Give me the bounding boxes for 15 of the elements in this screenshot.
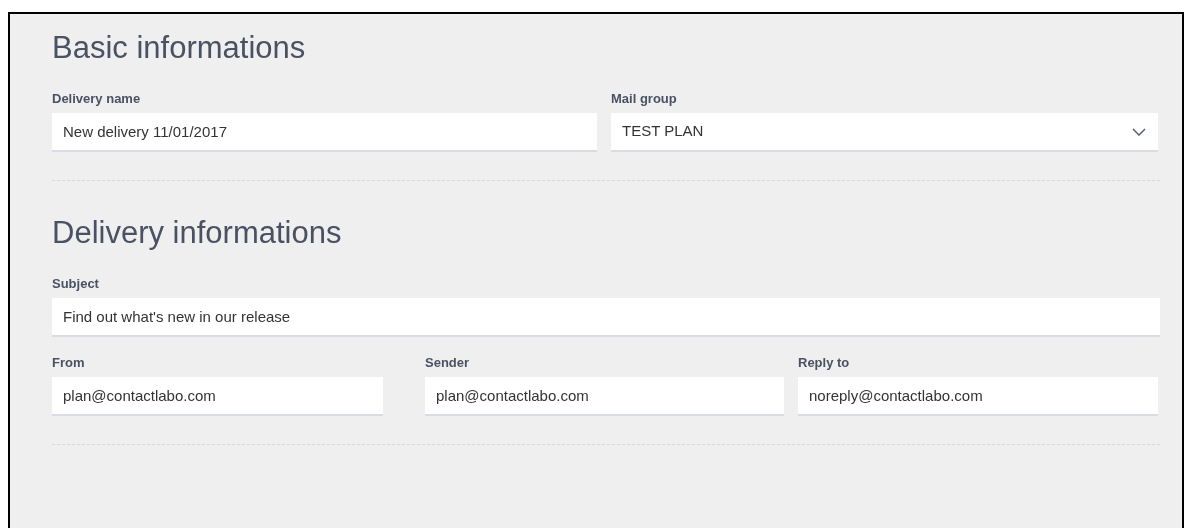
field-label: Reply to: [798, 354, 851, 372]
input-field[interactable]: plan@contactlabo.com: [52, 377, 383, 416]
input-field[interactable]: plan@contactlabo.com: [425, 377, 784, 416]
input-field[interactable]: New delivery 11/01/2017: [52, 113, 597, 152]
chevron-down-icon: [1132, 127, 1146, 136]
field-label: Mail group: [611, 90, 678, 108]
input-field[interactable]: noreply@contactlabo.com: [798, 377, 1158, 416]
input-field[interactable]: Find out what's new in our release: [52, 298, 1160, 337]
dropdown-field[interactable]: TEST PLAN: [611, 113, 1158, 152]
section-heading: Delivery informations: [52, 214, 343, 252]
section-heading: Basic informations: [52, 29, 307, 67]
field-label: From: [52, 354, 86, 372]
field-label: Subject: [52, 275, 100, 293]
field-label: Sender: [425, 354, 471, 372]
field-label: Delivery name: [52, 90, 142, 108]
